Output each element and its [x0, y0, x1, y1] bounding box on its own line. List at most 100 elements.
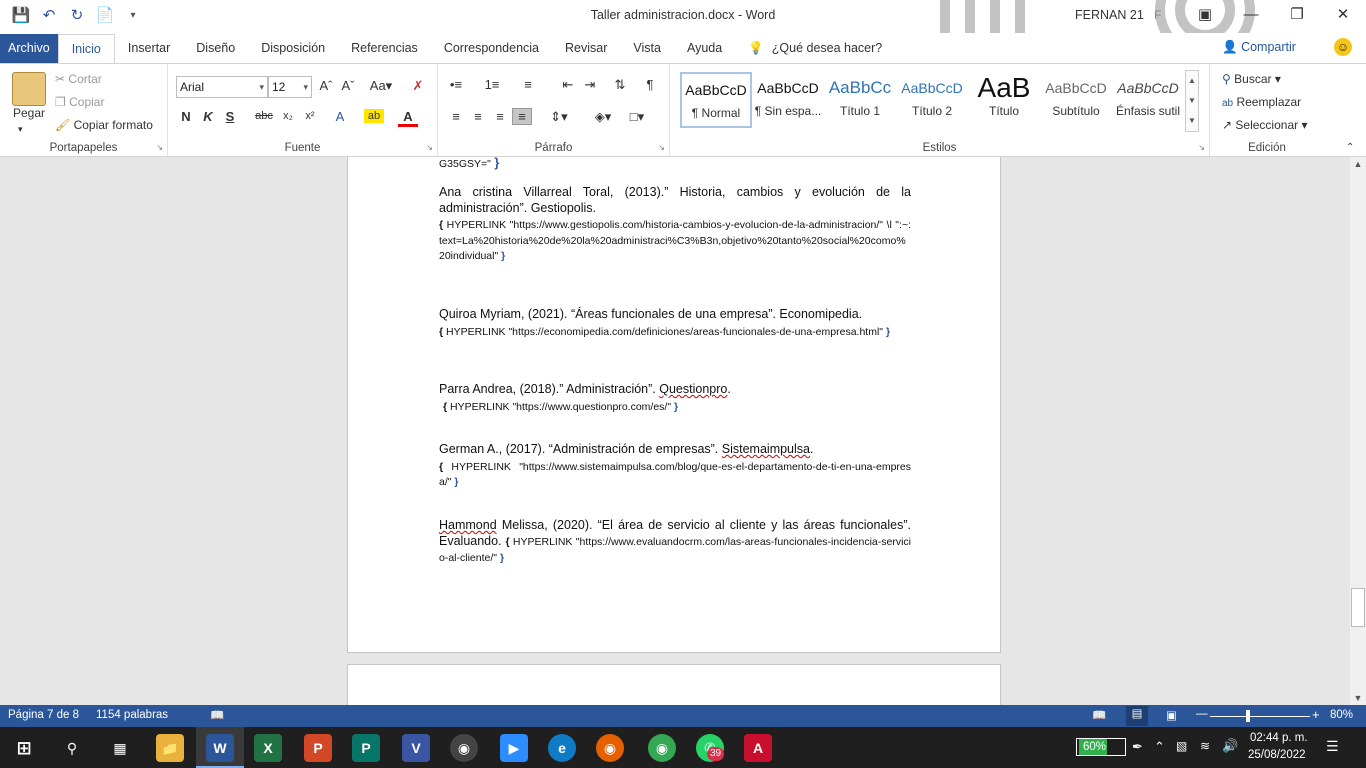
- powerpoint-icon[interactable]: P: [304, 734, 332, 762]
- tab-correspondencia[interactable]: Correspondencia: [431, 34, 552, 63]
- hyperlink-field[interactable]: HYPERLINK "https://economipedia.com/defi…: [446, 326, 883, 338]
- hyperlink-field[interactable]: HYPERLINK "https://www.sistemaimpulsa.co…: [439, 461, 911, 489]
- copy-button[interactable]: ❐ Copiar: [55, 95, 104, 109]
- dialog-launcher-icon[interactable]: ↘: [156, 143, 163, 152]
- wifi-icon[interactable]: ≋: [1200, 739, 1210, 753]
- web-layout-icon[interactable]: ▣: [1166, 708, 1177, 722]
- file-explorer-icon[interactable]: 📁: [156, 734, 184, 762]
- zoom-in-icon[interactable]: +: [1312, 707, 1320, 722]
- clear-formatting-icon[interactable]: ✗: [408, 78, 428, 94]
- numbering-icon[interactable]: 1≡: [482, 77, 502, 92]
- pen-icon[interactable]: ✒: [1132, 739, 1143, 755]
- tab-insertar[interactable]: Insertar: [115, 34, 183, 63]
- print-layout-icon[interactable]: ▤: [1126, 706, 1148, 726]
- word-icon[interactable]: W: [206, 734, 234, 762]
- font-color-icon[interactable]: A: [398, 109, 418, 127]
- visio-icon[interactable]: V: [402, 734, 430, 762]
- paste-button[interactable]: Pegar: [13, 106, 45, 120]
- hyperlink-field[interactable]: HYPERLINK "https://www.questionpro.com/e…: [450, 401, 671, 413]
- windows-start-icon[interactable]: ⊞: [10, 734, 38, 762]
- hyperlink-field[interactable]: HYPERLINK "https://www.evaluandocrm.com/…: [439, 536, 911, 565]
- style-subtitle[interactable]: AaBbCcD Subtítulo: [1040, 72, 1112, 128]
- clock-time[interactable]: 02:44 p. m.: [1250, 732, 1308, 744]
- replace-button[interactable]: ab Reemplazar: [1222, 95, 1301, 109]
- close-button[interactable]: ✕: [1320, 0, 1366, 32]
- page-indicator[interactable]: Página 7 de 8: [8, 709, 79, 721]
- share-button[interactable]: 👤 Compartir: [1222, 40, 1296, 55]
- style-no-spacing[interactable]: AaBbCcD ¶ Sin espa...: [752, 72, 824, 128]
- tab-revisar[interactable]: Revisar: [552, 34, 620, 63]
- subscript-icon[interactable]: x₂: [278, 110, 298, 122]
- dialog-launcher-icon[interactable]: ↘: [1198, 143, 1205, 152]
- superscript-icon[interactable]: x²: [300, 110, 320, 122]
- font-size-combo[interactable]: 12 ▾: [268, 76, 312, 98]
- tab-vista[interactable]: Vista: [620, 34, 674, 63]
- strikethrough-icon[interactable]: abc: [254, 110, 274, 122]
- style-heading-1[interactable]: AaBbCc Título 1: [824, 72, 896, 128]
- shading-icon[interactable]: ◈▾: [588, 109, 618, 125]
- tab-archivo[interactable]: Archivo: [0, 34, 58, 63]
- document-page[interactable]: G35GSY=" } Ana cristina Villarreal Toral…: [347, 157, 1001, 653]
- firefox-icon[interactable]: ◉: [596, 734, 624, 762]
- dialog-launcher-icon[interactable]: ↘: [658, 143, 665, 152]
- power-icon[interactable]: ▧: [1176, 739, 1187, 753]
- project-icon[interactable]: P: [352, 734, 380, 762]
- style-heading-2[interactable]: AaBbCcD Título 2: [896, 72, 968, 128]
- edge-icon[interactable]: e: [548, 734, 576, 762]
- underline-icon[interactable]: S: [220, 109, 240, 124]
- ribbon-display-options-button[interactable]: ▣: [1182, 0, 1228, 32]
- align-right-icon[interactable]: ≡: [490, 109, 510, 124]
- acrobat-icon[interactable]: A: [744, 734, 772, 762]
- scrollbar-thumb[interactable]: [1351, 588, 1365, 627]
- word-count[interactable]: 1154 palabras: [96, 709, 168, 721]
- line-spacing-icon[interactable]: ⇕▾: [544, 109, 574, 125]
- read-mode-icon[interactable]: 📖: [1092, 708, 1106, 722]
- hyperlink-field[interactable]: HYPERLINK "https://www.gestiopolis.com/h…: [439, 219, 911, 262]
- task-view-icon[interactable]: ▦: [106, 734, 134, 762]
- decrease-indent-icon[interactable]: ⇤: [558, 77, 578, 93]
- scroll-up-icon[interactable]: ▲: [1350, 159, 1366, 169]
- styles-gallery-scroll[interactable]: ▲ ▼ ▼: [1185, 70, 1199, 132]
- format-painter-button[interactable]: 🖌 Copiar formato: [55, 118, 153, 132]
- restore-button[interactable]: ❐: [1274, 0, 1320, 32]
- increase-indent-icon[interactable]: ⇥: [580, 77, 600, 93]
- align-center-icon[interactable]: ≡: [468, 109, 488, 124]
- paste-dropdown-icon[interactable]: ▾: [18, 124, 23, 135]
- paste-icon[interactable]: [12, 72, 46, 106]
- bold-icon[interactable]: N: [176, 109, 196, 124]
- shrink-font-icon[interactable]: Aˇ: [338, 78, 358, 93]
- notifications-icon[interactable]: ☰: [1326, 738, 1339, 755]
- grow-font-icon[interactable]: Aˆ: [316, 78, 336, 93]
- style-normal[interactable]: AaBbCcD ¶ Normal: [680, 72, 752, 128]
- tab-ayuda[interactable]: Ayuda: [674, 34, 735, 63]
- style-title[interactable]: AaB Título: [968, 72, 1040, 128]
- clock-date[interactable]: 25/08/2022: [1248, 749, 1306, 761]
- excel-icon[interactable]: X: [254, 734, 282, 762]
- chevron-up-icon[interactable]: ⌃: [1154, 739, 1165, 755]
- tab-inicio[interactable]: Inicio: [57, 34, 115, 63]
- battery-indicator[interactable]: 60%: [1076, 738, 1126, 756]
- zoom-app-icon[interactable]: ▶: [500, 734, 528, 762]
- cut-button[interactable]: ✂ Cortar: [55, 72, 102, 86]
- search-icon[interactable]: ⚲: [58, 734, 86, 762]
- document-area[interactable]: G35GSY=" } Ana cristina Villarreal Toral…: [0, 157, 1350, 705]
- multilevel-list-icon[interactable]: ≡: [518, 77, 538, 92]
- dialog-launcher-icon[interactable]: ↘: [426, 143, 433, 152]
- highlight-icon[interactable]: ab: [364, 109, 384, 123]
- proofing-icon[interactable]: 📖: [210, 708, 224, 722]
- collapse-ribbon-icon[interactable]: ⌃: [1346, 142, 1354, 153]
- user-name[interactable]: FERNAN 21: [1075, 8, 1144, 22]
- document-page-next[interactable]: [347, 664, 1001, 705]
- find-button[interactable]: ⚲ Buscar ▾: [1222, 72, 1281, 86]
- font-name-combo[interactable]: Arial ▾: [176, 76, 268, 98]
- tab-disposicion[interactable]: Disposición: [248, 34, 338, 63]
- style-subtle-emphasis[interactable]: AaBbCcD Énfasis sutil: [1112, 72, 1184, 128]
- scroll-down-icon[interactable]: ▼: [1350, 693, 1366, 703]
- zoom-out-icon[interactable]: —: [1196, 708, 1208, 720]
- select-button[interactable]: ↗ Seleccionar ▾: [1222, 118, 1307, 132]
- feedback-smiley-icon[interactable]: ☺: [1334, 38, 1352, 56]
- chrome-icon[interactable]: ◉: [648, 734, 676, 762]
- italic-icon[interactable]: K: [198, 109, 218, 124]
- show-formatting-icon[interactable]: ¶: [640, 77, 660, 92]
- justify-icon[interactable]: ≡: [512, 108, 532, 125]
